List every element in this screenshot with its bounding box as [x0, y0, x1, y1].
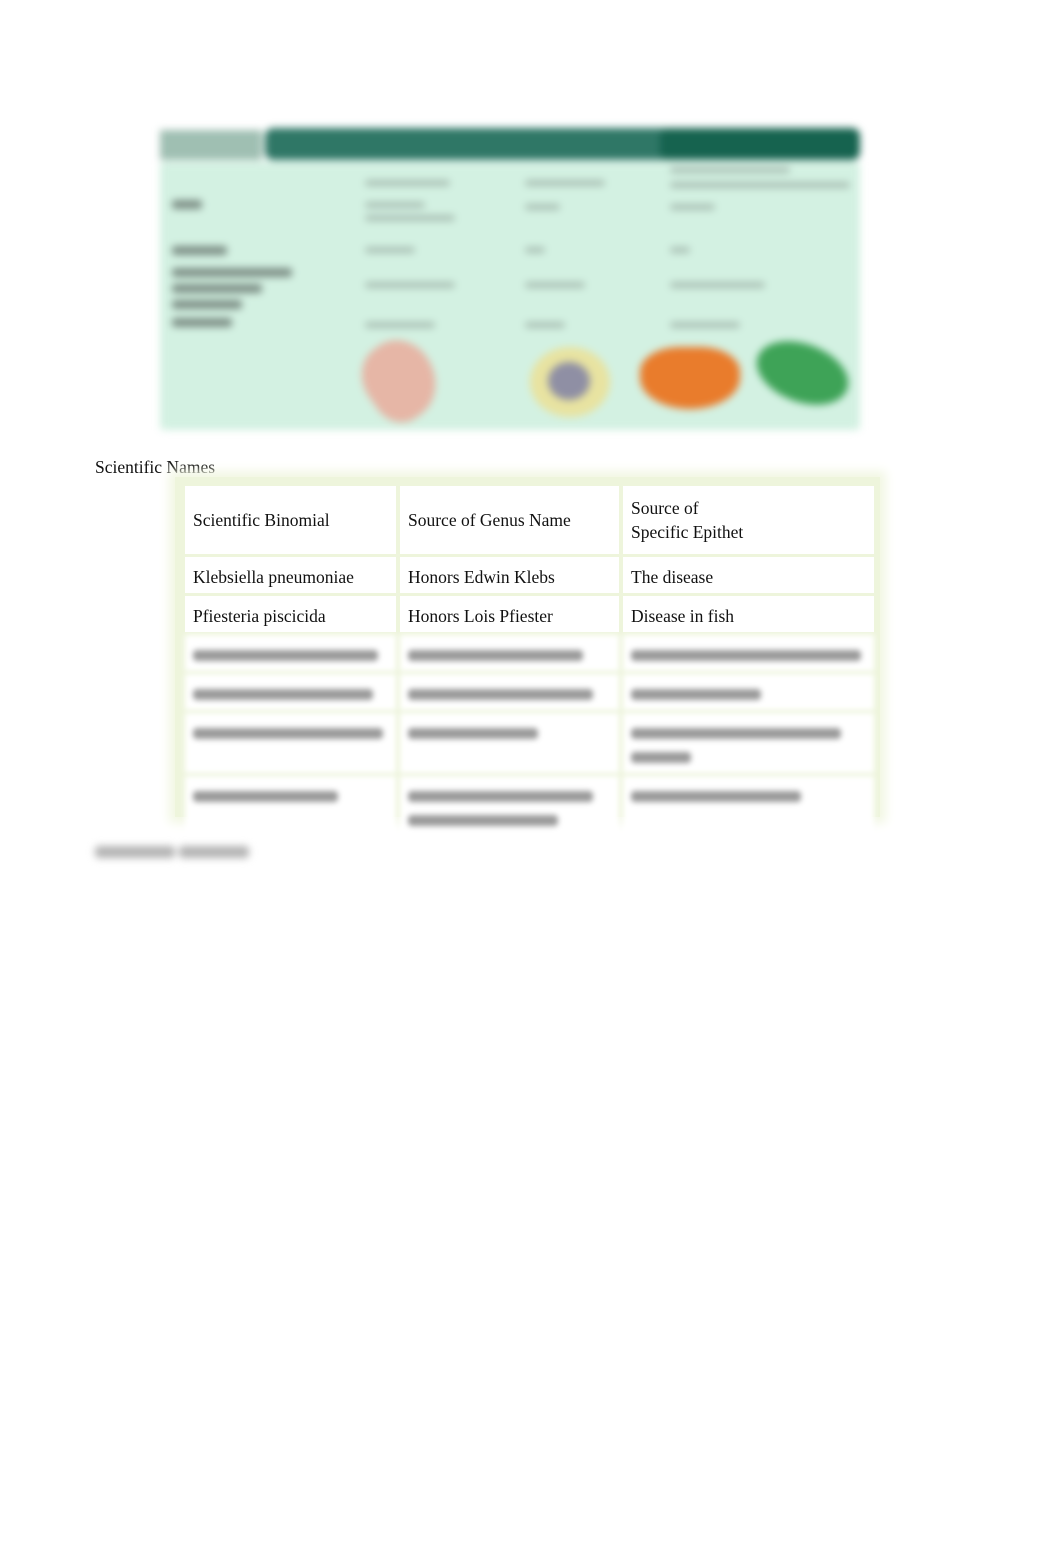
cell-genus-source: Honors Edwin Klebs — [400, 557, 619, 593]
next-section-title-blurred — [95, 843, 260, 861]
table-row-blurred — [185, 674, 874, 710]
table-row-blurred — [185, 713, 874, 773]
figure-header-bar — [265, 128, 860, 160]
header-genus-source: Source of Genus Name — [400, 486, 619, 554]
table-row: Klebsiella pneumoniae Honors Edwin Klebs… — [185, 557, 874, 593]
header-binomial: Scientific Binomial — [185, 486, 396, 554]
figure-body — [160, 162, 860, 430]
table-row-blurred — [185, 776, 874, 836]
cell-epithet-source: The disease — [623, 557, 874, 593]
header-epithet-source: Source of Specific Epithet — [623, 486, 874, 554]
scientific-names-table: Scientific Binomial Source of Genus Name… — [175, 477, 880, 836]
cell-epithet-source: Disease in fish — [623, 596, 874, 632]
figure-header-label — [160, 130, 262, 160]
cell-types-figure — [160, 122, 860, 433]
table-header-row: Scientific Binomial Source of Genus Name… — [185, 486, 874, 554]
cell-illustration — [530, 347, 610, 417]
table-row: Pfiesteria piscicida Honors Lois Pfieste… — [185, 596, 874, 632]
cell-binomial: Pfiesteria piscicida — [185, 596, 396, 632]
cell-binomial: Klebsiella pneumoniae — [185, 557, 396, 593]
table-row-blurred — [185, 635, 874, 671]
orange-cell-illustration — [640, 347, 740, 409]
cell-genus-source: Honors Lois Pfiester — [400, 596, 619, 632]
section-title: Scientific Names — [95, 457, 216, 477]
